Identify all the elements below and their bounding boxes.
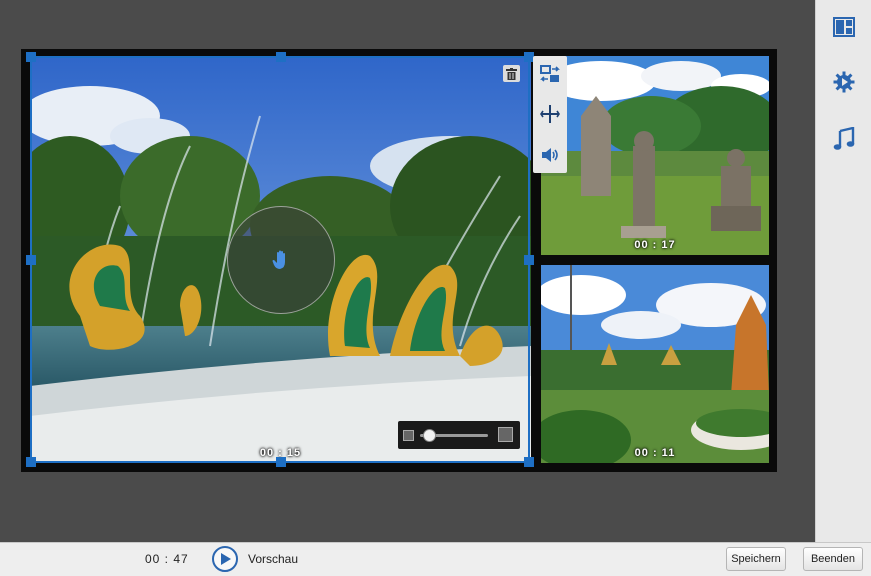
zoom-control bbox=[398, 421, 520, 449]
resize-handle-bottom-left[interactable] bbox=[26, 457, 36, 467]
bottom-right-tile-duration: 00 : 11 bbox=[634, 447, 676, 459]
resize-handle-top-left[interactable] bbox=[26, 52, 36, 62]
temple-garden-image bbox=[541, 265, 769, 463]
layout-button[interactable] bbox=[830, 13, 858, 41]
total-duration: 00 : 47 bbox=[145, 552, 189, 566]
top-right-tile-duration: 00 : 17 bbox=[634, 239, 676, 251]
play-icon bbox=[221, 553, 231, 565]
quit-button[interactable]: Beenden bbox=[803, 547, 863, 571]
bottom-bar: 00 : 47 Vorschau Speichern Beenden bbox=[0, 542, 871, 576]
top-right-video-tile[interactable]: 00 : 17 bbox=[541, 56, 769, 255]
music-note-icon bbox=[833, 127, 855, 150]
buddha-park-image bbox=[541, 56, 769, 255]
pan-control[interactable] bbox=[227, 206, 335, 314]
fit-icon bbox=[540, 105, 560, 123]
resize-handle-bottom[interactable] bbox=[276, 457, 286, 467]
resize-handle-right[interactable] bbox=[524, 255, 534, 265]
side-panel bbox=[815, 0, 871, 542]
preview-label[interactable]: Vorschau bbox=[248, 552, 298, 566]
resize-handle-left[interactable] bbox=[26, 255, 36, 265]
save-button[interactable]: Speichern bbox=[726, 547, 786, 571]
music-button[interactable] bbox=[830, 125, 858, 153]
settings-button[interactable] bbox=[830, 68, 858, 96]
collage-frame: 00 : 15 00 : 17 00: 11 bbox=[21, 49, 777, 472]
fit-clip-button[interactable] bbox=[536, 99, 564, 129]
clip-volume-button[interactable] bbox=[536, 140, 564, 170]
preview-play-button[interactable] bbox=[212, 546, 238, 572]
trash-icon bbox=[506, 67, 517, 80]
gear-icon bbox=[833, 71, 855, 93]
delete-clip-button[interactable] bbox=[503, 65, 520, 82]
zoom-out-icon[interactable] bbox=[403, 430, 414, 441]
zoom-in-icon[interactable] bbox=[498, 427, 513, 442]
hand-icon bbox=[272, 250, 285, 269]
zoom-slider-knob[interactable] bbox=[422, 429, 436, 442]
swap-icon bbox=[540, 65, 560, 82]
swap-clips-button[interactable] bbox=[536, 59, 564, 89]
resize-handle-bottom-right[interactable] bbox=[524, 457, 534, 467]
layout-icon bbox=[833, 17, 855, 37]
volume-icon bbox=[542, 148, 558, 162]
bottom-right-video-tile[interactable]: 00 : 11 bbox=[541, 265, 769, 463]
resize-handle-top[interactable] bbox=[276, 52, 286, 62]
tile-tools-panel bbox=[533, 56, 567, 173]
